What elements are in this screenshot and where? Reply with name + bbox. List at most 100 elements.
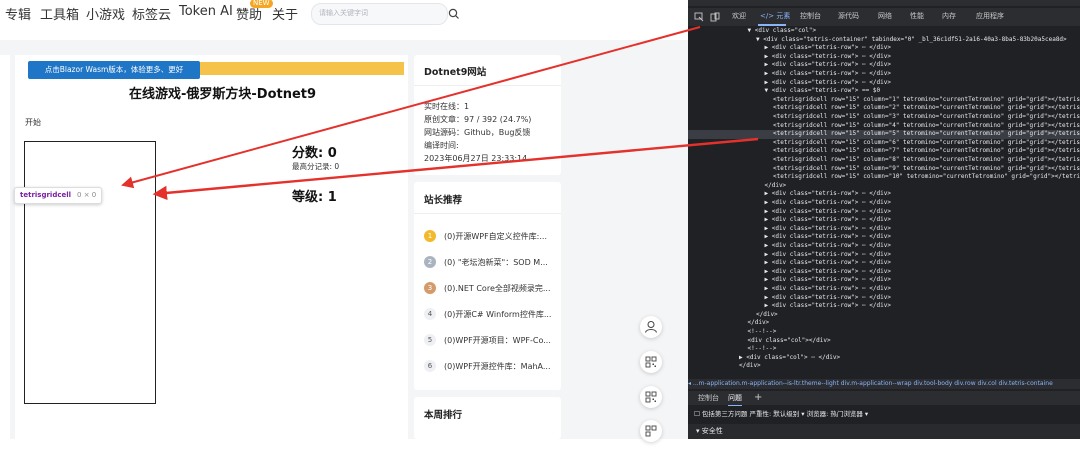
search-box[interactable]: 请输入关键字词 [311, 3, 459, 25]
dom-node-line[interactable]: ▶ <div class="tetris-row"> ⋯ </div> [688, 44, 1080, 53]
recommend-item[interactable]: (0)WPF开源控件库：MahA... [444, 361, 551, 372]
weekly-ranking-card: 本周排行 [414, 397, 561, 439]
recommend-item[interactable]: (0)开源C# Winform控件库... [444, 309, 551, 320]
security-section-header[interactable]: ▾ 安全性 [688, 424, 1080, 439]
add-tab-icon[interactable]: + [754, 391, 762, 405]
dom-node-line[interactable]: ▶ <div class="tetris-row"> ⋯ </div> [688, 208, 1080, 217]
nav-item-minigames[interactable]: 小游戏 [86, 4, 125, 23]
tooltip-element-size: 0 × 0 [77, 191, 97, 199]
dom-breadcrumb[interactable]: ◂ ...m-application.m-application--is-ltr… [688, 379, 1080, 389]
dom-node-line[interactable]: ▼ <div class="tetris-container" tabindex… [688, 36, 1080, 45]
dom-node-line[interactable]: <tetrisgridcell row="15" column="10" tet… [688, 173, 1080, 182]
tab-welcome[interactable]: 欢迎 [732, 11, 746, 21]
dom-node-line[interactable]: ▶ <div class="tetris-row"> ⋯ </div> [688, 259, 1080, 268]
dom-node-line[interactable]: <tetrisgridcell row="15" column="3" tetr… [688, 113, 1080, 122]
tab-application[interactable]: 应用程序 [976, 11, 1004, 21]
nav-item-about[interactable]: 关于 [272, 4, 298, 23]
active-tab-indicator [758, 24, 786, 26]
dom-node-line[interactable]: ▶ <div class="tetris-row"> ⋯ </div> [688, 233, 1080, 242]
recommend-item[interactable]: (0) "老坛泡新菜"：SOD M... [444, 257, 548, 268]
elements-dom-tree[interactable]: ▼ <div class="col"> ▼ <div class="tetris-… [688, 27, 1080, 379]
dom-node-line[interactable]: ▶ <div class="tetris-row"> ⋯ </div> [688, 70, 1080, 79]
dom-node-line[interactable]: ▶ <div class="tetris-row"> ⋯ </div> [688, 242, 1080, 251]
source-link[interactable]: 网站源码：Github，Bug反馈 [424, 127, 530, 138]
drawer-tab-console[interactable]: 控制台 [698, 391, 719, 405]
dom-node-line[interactable]: ▶ <div class="tetris-row"> ⋯ </div> [688, 285, 1080, 294]
dom-node-line[interactable]: ▶ <div class="col"> ⋯ </div> [688, 354, 1080, 363]
site-info-card: Dotnet9网站 实时在线：1 原创文章：97 / 392 (24.7%) 网… [414, 55, 561, 175]
nav-item-token-ai[interactable]: Token AI [179, 4, 233, 19]
device-toggle-icon[interactable] [710, 12, 720, 22]
score-label: 分数: 0 [292, 146, 337, 161]
recommend-item[interactable]: (0).NET Core全部视频录完... [444, 283, 551, 294]
drawer-tab-issues[interactable]: 问题 [728, 391, 742, 406]
qr-button[interactable] [640, 386, 662, 408]
tab-console[interactable]: 控制台 [800, 11, 821, 21]
divider [414, 85, 561, 86]
devtools-title-strip [688, 0, 1080, 6]
page-title: 在线游戏-俄罗斯方块-Dotnet9 [129, 87, 317, 102]
dom-node-line[interactable]: ▶ <div class="tetris-row"> ⋯ </div> [688, 294, 1080, 303]
article-count: 原创文章：97 / 392 (24.7%) [424, 115, 532, 124]
dom-node-line[interactable]: <div class="col"></div> [688, 337, 1080, 346]
dom-node-line[interactable]: ▶ <div class="tetris-row"> ⋯ </div> [688, 268, 1080, 277]
start-button[interactable]: 开始 [25, 117, 41, 128]
tab-network[interactable]: 网络 [878, 11, 892, 21]
dom-node-line[interactable]: ▼ <div class="tetris-row"> == $0 [688, 87, 1080, 96]
dom-node-line[interactable]: ▶ <div class="tetris-row"> ⋯ </div> [688, 190, 1080, 199]
dom-node-line[interactable]: </div> [688, 311, 1080, 320]
search-input[interactable]: 请输入关键字词 [319, 8, 368, 18]
dom-node-line[interactable]: ▶ <div class="tetris-row"> ⋯ </div> [688, 79, 1080, 88]
dom-node-line[interactable]: <!--!--> [688, 345, 1080, 354]
dom-node-line[interactable]: <tetrisgridcell row="15" column="8" tetr… [688, 156, 1080, 165]
blazor-wasm-banner[interactable]: 点击Blazor Wasm版本，体验更多、更好 [28, 61, 200, 79]
recommend-item[interactable]: (0)WPF开源项目：WPF-Co... [444, 335, 551, 346]
dom-node-line[interactable]: <tetrisgridcell row="15" column="2" tetr… [688, 104, 1080, 113]
search-icon[interactable] [448, 8, 460, 20]
dom-node-line[interactable]: ▶ <div class="tetris-row"> ⋯ </div> [688, 251, 1080, 260]
user-button[interactable] [640, 316, 662, 338]
nav-item-tagcloud[interactable]: 标签云 [132, 4, 171, 23]
dom-node-line[interactable]: ▶ <div class="tetris-row"> ⋯ </div> [688, 216, 1080, 225]
tab-memory[interactable]: 内存 [942, 11, 956, 21]
build-time-label: 编译时间: [424, 141, 459, 150]
new-badge: NEW [250, 0, 273, 8]
dom-node-line[interactable]: </div> [688, 362, 1080, 371]
tab-elements[interactable]: </> 元素 [760, 11, 790, 21]
issues-filter-text[interactable]: ☐ 包括第三方问题 严重性: 默认级别 ▾ 浏览器: 热门浏览器 ▾ [694, 410, 868, 418]
dom-node-line[interactable]: <tetrisgridcell row="15" column="9" tetr… [688, 165, 1080, 174]
tab-performance[interactable]: 性能 [910, 11, 924, 21]
nav-item-toolbox[interactable]: 工具箱 [40, 4, 79, 23]
dom-node-line[interactable]: ▶ <div class="tetris-row"> ⋯ </div> [688, 302, 1080, 311]
dom-node-line[interactable]: ▶ <div class="tetris-row"> ⋯ </div> [688, 225, 1080, 234]
dom-node-line[interactable]: ▼ <div class="col"> [688, 27, 1080, 36]
devtools-toolbar: 欢迎 </> 元素 控制台 源代码 网络 性能 内存 应用程序 [688, 8, 1080, 26]
dom-node-line[interactable]: <tetrisgridcell row="15" column="4" tetr… [688, 122, 1080, 131]
qr-icon [645, 356, 657, 368]
tab-sources[interactable]: 源代码 [838, 11, 859, 21]
nav-item-album[interactable]: 专辑 [5, 4, 31, 23]
recommend-item[interactable]: (0)开源WPF自定义控件库:... [444, 231, 547, 242]
dom-node-line[interactable]: <tetrisgridcell row="15" column="1" tetr… [688, 96, 1080, 105]
dom-node-line[interactable]: ▶ <div class="tetris-row"> ⋯ </div> [688, 276, 1080, 285]
dom-node-line[interactable]: ▶ <div class="tetris-row"> ⋯ </div> [688, 199, 1080, 208]
devtools-panel: 欢迎 </> 元素 控制台 源代码 网络 性能 内存 应用程序 ▼ <div c… [688, 0, 1080, 439]
qr-button[interactable] [640, 351, 662, 373]
dom-node-line[interactable]: <tetrisgridcell row="15" column="5" tetr… [688, 130, 1080, 139]
recommend-card: 站长推荐 1 (0)开源WPF自定义控件库:... 2 (0) "老坛泡新菜"：… [414, 182, 561, 390]
best-score-label: 最高分记录: 0 [292, 162, 340, 171]
dom-node-line[interactable]: </div> [688, 182, 1080, 191]
dom-node-line[interactable]: ▶ <div class="tetris-row"> ⋯ </div> [688, 61, 1080, 70]
dom-node-line[interactable]: ▶ <div class="tetris-row"> ⋯ </div> [688, 53, 1080, 62]
left-panel-edge [0, 55, 10, 439]
element-inspect-tooltip: tetrisgridcell 0 × 0 [14, 187, 103, 204]
build-time-value: 2023年06月27日 23:33:14 [424, 154, 528, 163]
dom-node-line[interactable]: <tetrisgridcell row="15" column="7" tetr… [688, 147, 1080, 156]
tetris-board[interactable] [24, 141, 156, 404]
dom-node-line[interactable]: <tetrisgridcell row="15" column="6" tetr… [688, 139, 1080, 148]
dom-node-line[interactable]: <!--!--> [688, 328, 1080, 337]
top-nav: 专辑 工具箱 小游戏 标签云 Token AI 赞助 NEW 关于 请输入关键字… [0, 0, 688, 26]
dom-node-line[interactable]: </div> [688, 319, 1080, 328]
issues-filter-bar[interactable]: ☐ 包括第三方问题 严重性: 默认级别 ▾ 浏览器: 热门浏览器 ▾ [688, 406, 1080, 422]
inspect-icon[interactable] [694, 12, 704, 22]
